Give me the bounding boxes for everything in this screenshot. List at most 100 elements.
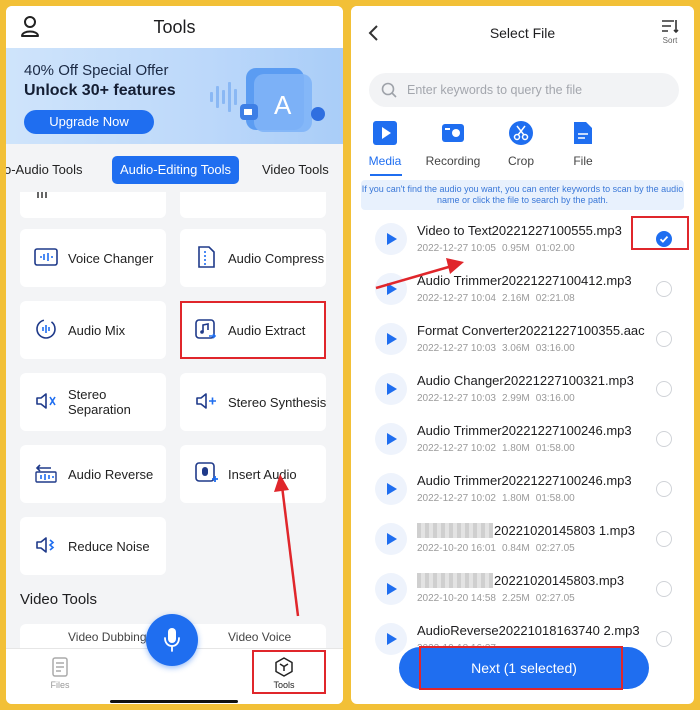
tab-video-tools[interactable]: Video Tools bbox=[262, 156, 329, 184]
play-icon bbox=[387, 283, 397, 295]
file-name-text: Video to Text20221227100555.mp3 bbox=[417, 223, 622, 238]
play-icon bbox=[387, 233, 397, 245]
file-name-text: 20221020145803.mp3 bbox=[494, 573, 625, 588]
play-button[interactable] bbox=[375, 573, 407, 605]
tool-reduce-noise[interactable]: Reduce Noise bbox=[20, 517, 166, 575]
tab-audio-tools[interactable]: o-Audio Tools bbox=[6, 156, 83, 184]
file-size: 2.25M bbox=[501, 593, 530, 604]
file-row[interactable]: Audio Changer20221227100321.mp3 2022-12-2… bbox=[351, 364, 694, 414]
files-icon bbox=[52, 657, 68, 677]
highlight-next-button bbox=[419, 646, 623, 690]
select-checkbox[interactable] bbox=[656, 631, 672, 647]
nav-files[interactable]: Files bbox=[30, 657, 90, 690]
select-checkbox[interactable] bbox=[656, 381, 672, 397]
blurred-prefix bbox=[417, 573, 493, 588]
tool-audio-compress[interactable]: Audio Compress bbox=[180, 229, 326, 287]
select-checkbox[interactable] bbox=[656, 581, 672, 597]
promo-banner[interactable]: 40% Off Special Offer Unlock 30+ feature… bbox=[6, 48, 343, 144]
file-duration: 01:02.00 bbox=[535, 243, 575, 254]
file-name-text: AudioReverse20221018163740 2.mp3 bbox=[417, 623, 640, 638]
file-row[interactable]: 20221020145803.mp3 2022-10-20 14:58 2.25M 0… bbox=[351, 564, 694, 614]
search-input[interactable]: Enter keywords to query the file bbox=[369, 73, 679, 107]
file-row[interactable]: Format Converter20221227100355.aac 2022-1… bbox=[351, 314, 694, 364]
tab-crop[interactable]: Crop bbox=[491, 120, 551, 168]
file-meta: 2022-12-27 10:04 2.16M 02:21.08 bbox=[417, 293, 575, 304]
tab-recording[interactable]: Recording bbox=[423, 120, 483, 168]
record-mic-button[interactable] bbox=[146, 614, 198, 666]
blurred-prefix bbox=[417, 523, 493, 538]
play-icon bbox=[387, 383, 397, 395]
play-icon bbox=[387, 483, 397, 495]
media-icon bbox=[373, 121, 397, 145]
sort-button[interactable]: Sort bbox=[658, 18, 682, 45]
file-name: 20221020145803 1.mp3 bbox=[417, 523, 635, 538]
select-checkbox[interactable] bbox=[656, 331, 672, 347]
tab-media[interactable]: Media bbox=[355, 120, 415, 168]
play-icon bbox=[387, 583, 397, 595]
file-name-text: 20221020145803 1.mp3 bbox=[494, 523, 635, 538]
audio-mix-icon bbox=[36, 319, 56, 339]
tab-audio-editing-tools[interactable]: Audio-Editing Tools bbox=[112, 156, 240, 184]
file-duration: 01:58.00 bbox=[535, 493, 575, 504]
file-date: 2022-12-27 10:03 bbox=[417, 393, 496, 404]
file-folder-icon bbox=[574, 122, 592, 144]
file-duration: 03:16.00 bbox=[535, 393, 575, 404]
file-name: Audio Changer20221227100321.mp3 bbox=[417, 373, 634, 388]
file-meta: 2022-12-27 10:02 1.80M 01:58.00 bbox=[417, 443, 575, 454]
file-size: 2.16M bbox=[501, 293, 530, 304]
select-file-header: Select File Sort bbox=[351, 6, 694, 62]
file-name: Format Converter20221227100355.aac bbox=[417, 323, 645, 338]
file-meta: 2022-12-27 10:03 2.99M 03:16.00 bbox=[417, 393, 575, 404]
select-checkbox[interactable] bbox=[656, 431, 672, 447]
tool-card-partial[interactable] bbox=[20, 192, 166, 218]
tool-label: Stereo Separation bbox=[68, 387, 131, 417]
play-button[interactable] bbox=[375, 223, 407, 255]
play-button[interactable] bbox=[375, 623, 407, 655]
file-size: 3.06M bbox=[501, 343, 530, 354]
file-date: 2022-12-27 10:02 bbox=[417, 443, 496, 454]
search-hint-text: If you can't find the audio you want, yo… bbox=[361, 180, 684, 210]
file-name: Audio Trimmer20221227100246.mp3 bbox=[417, 473, 632, 488]
select-checkbox[interactable] bbox=[656, 531, 672, 547]
file-row[interactable]: Audio Trimmer20221227100246.mp3 2022-12-2… bbox=[351, 464, 694, 514]
tool-label: Stereo Synthesis bbox=[228, 394, 327, 410]
file-name: Audio Trimmer20221227100246.mp3 bbox=[417, 423, 632, 438]
sort-icon bbox=[662, 20, 679, 34]
tool-card-partial[interactable] bbox=[180, 192, 326, 218]
tool-insert-audio[interactable]: Insert Audio bbox=[180, 445, 326, 503]
file-size: 1.80M bbox=[501, 443, 530, 454]
file-date: 2022-10-20 16:01 bbox=[417, 543, 496, 554]
upgrade-button[interactable]: Upgrade Now bbox=[24, 110, 154, 134]
file-duration: 02:27.05 bbox=[535, 593, 575, 604]
tool-audio-mix[interactable]: Audio Mix bbox=[20, 301, 166, 359]
file-name-text: Audio Trimmer20221227100246.mp3 bbox=[417, 473, 632, 488]
play-button[interactable] bbox=[375, 323, 407, 355]
banner-offer-text: 40% Off Special Offer bbox=[24, 62, 169, 79]
tool-audio-reverse[interactable]: Audio Reverse bbox=[20, 445, 166, 503]
select-checkbox[interactable] bbox=[656, 281, 672, 297]
tool-label: Audio Compress bbox=[228, 250, 325, 266]
file-meta: 2022-12-27 10:03 3.06M 03:16.00 bbox=[417, 343, 575, 354]
select-checkbox[interactable] bbox=[656, 481, 672, 497]
file-row[interactable]: Audio Trimmer20221227100246.mp3 2022-12-2… bbox=[351, 414, 694, 464]
search-icon bbox=[381, 82, 397, 98]
play-icon bbox=[387, 333, 397, 345]
play-button[interactable] bbox=[375, 423, 407, 455]
banner-illustration-icon: A bbox=[210, 68, 325, 132]
file-name: 20221020145803.mp3 bbox=[417, 573, 624, 588]
tool-partial-icon bbox=[37, 192, 47, 198]
home-indicator bbox=[110, 700, 238, 703]
tool-stereo-synthesis[interactable]: Stereo Synthesis bbox=[180, 373, 326, 431]
play-button[interactable] bbox=[375, 373, 407, 405]
tool-stereo-separation[interactable]: Stereo Separation bbox=[20, 373, 166, 431]
nav-files-label: Files bbox=[50, 680, 70, 690]
play-button[interactable] bbox=[375, 273, 407, 305]
file-row[interactable]: 20221020145803 1.mp3 2022-10-20 16:01 0.84… bbox=[351, 514, 694, 564]
file-date: 2022-10-20 14:58 bbox=[417, 593, 496, 604]
play-button[interactable] bbox=[375, 523, 407, 555]
tool-voice-changer[interactable]: Voice Changer bbox=[20, 229, 166, 287]
file-name: AudioReverse20221018163740 2.mp3 bbox=[417, 623, 640, 638]
file-row[interactable]: Audio Trimmer20221227100412.mp3 2022-12-2… bbox=[351, 264, 694, 314]
play-button[interactable] bbox=[375, 473, 407, 505]
tab-file[interactable]: File bbox=[553, 120, 613, 168]
